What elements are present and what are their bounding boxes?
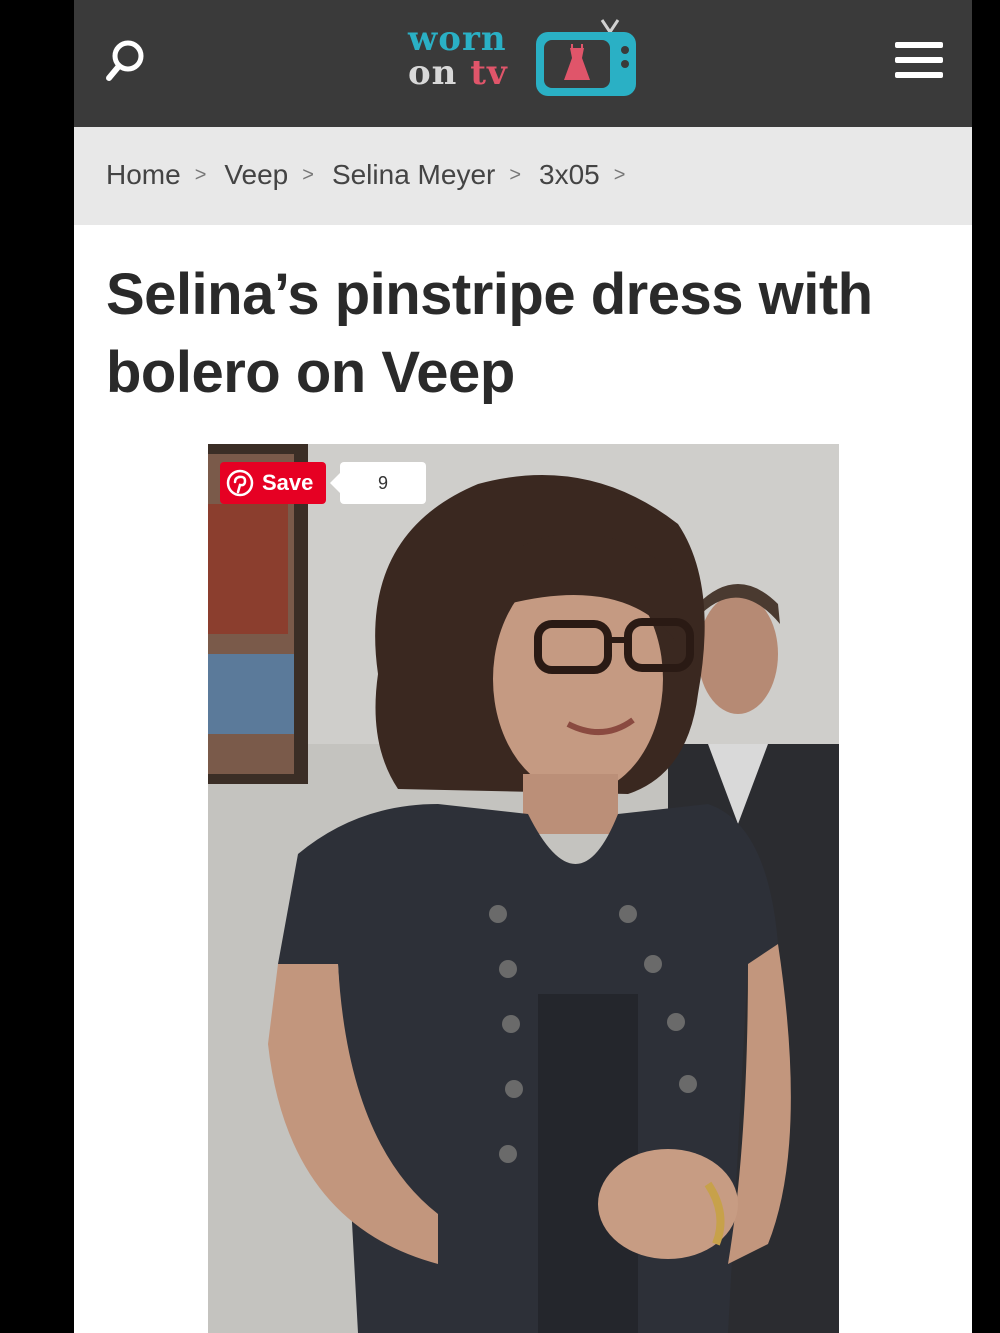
- outfit-photo[interactable]: Save 9: [208, 444, 839, 1333]
- article-title: Selina’s pinstripe dress with bolero on …: [106, 262, 873, 405]
- breadcrumb-separator: >: [613, 163, 626, 186]
- breadcrumb-separator: >: [194, 163, 207, 186]
- outfit-photo-illustration: [208, 444, 839, 1333]
- menu-button[interactable]: [894, 40, 944, 80]
- logo-word-on: on: [408, 53, 458, 93]
- breadcrumb-separator: >: [302, 163, 314, 186]
- pinterest-save-button[interactable]: Save: [220, 462, 326, 504]
- breadcrumb-bar: Home > Veep > Selina Meyer > 3x05 >: [74, 127, 972, 225]
- logo-tv-icon: [536, 19, 636, 96]
- breadcrumb-episode[interactable]: 3x05: [539, 159, 600, 191]
- save-count-badge: 9: [330, 462, 426, 504]
- breadcrumb-show[interactable]: Veep: [224, 159, 288, 191]
- breadcrumb-character[interactable]: Selina Meyer: [332, 159, 495, 191]
- logo-wordmark: worn on tv: [408, 22, 508, 90]
- phone-screen: worn on tv Home > Veep > Selina Meyer > …: [74, 0, 972, 1333]
- breadcrumb: Home > Veep > Selina Meyer > 3x05 >: [106, 159, 643, 191]
- breadcrumb-home[interactable]: Home: [106, 159, 181, 191]
- logo-word-worn: worn: [408, 19, 507, 59]
- save-label: Save: [262, 470, 314, 495]
- pinterest-icon: [226, 469, 254, 497]
- hamburger-menu-icon: [895, 42, 943, 78]
- logo-word-on-tv: on tv: [408, 56, 508, 90]
- breadcrumb-separator: >: [509, 163, 522, 186]
- top-nav-bar: worn on tv: [74, 0, 972, 127]
- search-button[interactable]: [102, 36, 150, 84]
- search-icon: [106, 40, 144, 81]
- logo-word-tv: tv: [470, 53, 508, 93]
- site-logo[interactable]: worn on tv: [408, 18, 640, 100]
